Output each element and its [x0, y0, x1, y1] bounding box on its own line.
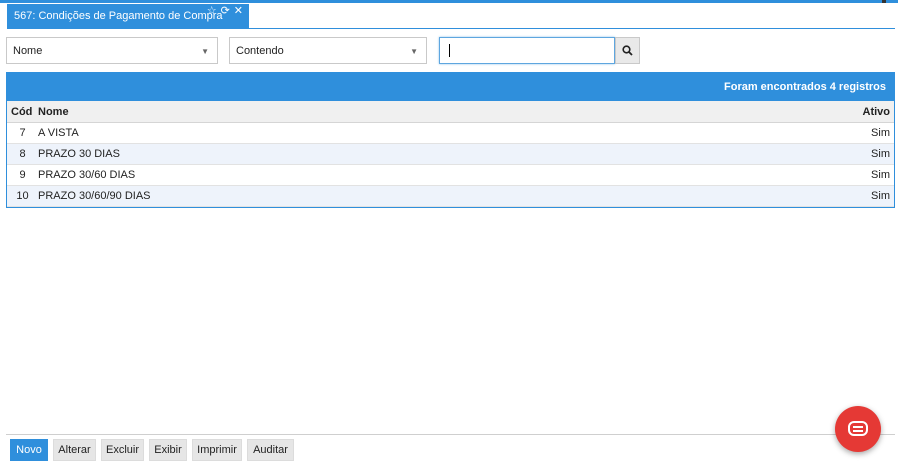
cell-cod: 7 — [19, 127, 26, 139]
grid-rows: 7 A VISTA Sim 8 PRAZO 30 DIAS Sim 9 PRAZ… — [7, 123, 894, 207]
column-headers: Cód Nome Ativo — [7, 101, 894, 123]
cell-ativo: Sim — [871, 148, 890, 160]
excluir-button[interactable]: Excluir — [101, 439, 144, 461]
search-input[interactable] — [439, 37, 615, 64]
auditar-button[interactable]: Auditar — [247, 439, 294, 461]
cell-ativo: Sim — [871, 169, 890, 181]
search-button[interactable] — [615, 37, 640, 64]
cell-cod: 10 — [16, 190, 29, 202]
imprimir-button[interactable]: Imprimir — [192, 439, 242, 461]
cell-nome: PRAZO 30/60 DIAS — [38, 169, 136, 181]
field-select[interactable]: Nome ▼ — [6, 37, 218, 64]
column-nome[interactable]: Nome — [38, 106, 834, 118]
cell-ativo: Sim — [871, 127, 890, 139]
toolbar-divider — [6, 434, 895, 435]
star-icon[interactable]: ☆ — [207, 5, 217, 17]
alterar-button[interactable]: Alterar — [53, 439, 96, 461]
cell-ativo: Sim — [871, 190, 890, 202]
table-row[interactable]: 8 PRAZO 30 DIAS Sim — [7, 144, 894, 165]
tab-condicoes-pagamento[interactable]: 567: Condições de Pagamento de Compra ☆ … — [7, 4, 249, 28]
novo-button[interactable]: Novo — [10, 439, 48, 461]
top-accent-bar — [0, 0, 898, 3]
table-row[interactable]: 10 PRAZO 30/60/90 DIAS Sim — [7, 186, 894, 207]
cell-cod: 9 — [19, 169, 26, 181]
search-icon — [622, 45, 633, 56]
table-row[interactable]: 7 A VISTA Sim — [7, 123, 894, 144]
cell-nome: A VISTA — [38, 127, 79, 139]
field-select-value: Nome — [13, 44, 43, 57]
cell-cod: 8 — [19, 148, 26, 160]
operator-select[interactable]: Contendo ▼ — [229, 37, 427, 64]
cell-nome: PRAZO 30 DIAS — [38, 148, 120, 160]
tab-underline — [7, 28, 895, 29]
column-cod[interactable]: Cód — [7, 106, 38, 118]
cell-nome: PRAZO 30/60/90 DIAS — [38, 190, 151, 202]
tab-title: 567: Condições de Pagamento de Compra — [14, 10, 223, 22]
exibir-button[interactable]: Exibir — [149, 439, 187, 461]
chevron-down-icon: ▼ — [410, 47, 418, 56]
chevron-down-icon: ▼ — [201, 47, 209, 56]
chat-button[interactable] — [835, 406, 881, 452]
results-grid: Foram encontrados 4 registros Cód Nome A… — [6, 72, 895, 208]
tab-actions: ☆ ⟳ ✕ — [207, 5, 243, 17]
refresh-icon[interactable]: ⟳ — [221, 5, 230, 17]
results-count: Foram encontrados 4 registros — [7, 73, 894, 101]
operator-select-value: Contendo — [236, 44, 284, 57]
table-row[interactable]: 9 PRAZO 30/60 DIAS Sim — [7, 165, 894, 186]
close-icon[interactable]: ✕ — [234, 5, 243, 17]
column-ativo[interactable]: Ativo — [834, 106, 894, 118]
top-corner-marker — [882, 0, 886, 3]
chat-icon — [848, 421, 868, 436]
text-cursor — [449, 44, 450, 57]
